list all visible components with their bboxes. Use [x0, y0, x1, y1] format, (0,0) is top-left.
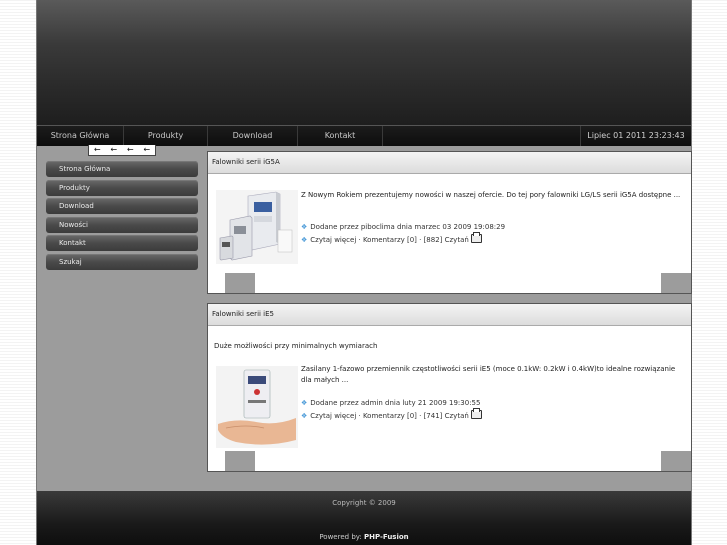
sidebar-item-contact[interactable]: Kontakt [46, 235, 198, 251]
sidebar-item-search[interactable]: Szukaj [46, 253, 198, 270]
news-posted: ❖ Dodane przez admin dnia luty 21 2009 19… [301, 399, 481, 407]
date-time: Lipiec 01 2011 23:23:43 [580, 126, 691, 146]
read-more-link[interactable]: Czytaj więcej · Komentarzy [0] · [741] C… [310, 412, 469, 420]
panel-corner-right [661, 451, 691, 471]
sidebar-item-news[interactable]: Nowości [46, 216, 198, 233]
bullet-icon: ❖ [301, 236, 308, 244]
panel-corner-left [225, 451, 255, 471]
arrow-left-icon[interactable]: ← [110, 145, 117, 155]
sidebar-item-home[interactable]: Strona Główna [46, 161, 198, 177]
printer-icon[interactable] [470, 408, 482, 419]
bullet-icon: ❖ [301, 399, 308, 407]
bullet-icon: ❖ [301, 223, 308, 231]
inverter-in-hand-image [216, 366, 298, 448]
panel-footer [208, 451, 691, 471]
read-more-link[interactable]: Czytaj więcej · Komentarzy [0] · [882] C… [310, 236, 469, 244]
bullet-icon: ❖ [301, 412, 308, 420]
header-banner [37, 0, 691, 125]
news-panel: Falowniki serii iG5A Z Nowym Rokiem prez… [207, 151, 692, 294]
news-summary: Z Nowym Rokiem prezentujemy nowości w na… [301, 191, 681, 199]
nav-item-home[interactable]: Strona Główna [37, 126, 124, 146]
top-navigation: Strona Główna Produkty Download Kontakt … [37, 125, 691, 146]
page-container: Strona Główna Produkty Download Kontakt … [36, 0, 692, 545]
arrow-left-icon[interactable]: ← [143, 145, 150, 155]
news-title[interactable]: Falowniki serii iG5A [208, 152, 691, 174]
page-footer: Copyright © 2009 Powered by: PHP-Fusion [37, 491, 691, 545]
sidebar-item-download[interactable]: Download [46, 198, 198, 214]
news-links: ❖ Czytaj więcej · Komentarzy [0] · [882] … [301, 232, 482, 246]
copyright-text: Copyright © 2009 [332, 499, 396, 507]
arrow-left-icon[interactable]: ← [94, 145, 101, 155]
news-links: ❖ Czytaj więcej · Komentarzy [0] · [741] … [301, 408, 482, 422]
nav-item-products[interactable]: Produkty [124, 126, 208, 146]
news-title[interactable]: Falowniki serii iE5 [208, 304, 691, 326]
sidebar-menu: Strona Główna Produkty Download Nowości … [46, 161, 198, 272]
arrow-left-icon[interactable]: ← [127, 145, 134, 155]
news-lead: Duże możliwości przy minimalnych wymiara… [214, 342, 378, 350]
news-summary: Zasilany 1-fazowo przemiennik częstotliw… [301, 365, 676, 384]
panel-footer [208, 273, 691, 293]
nav-item-contact[interactable]: Kontakt [298, 126, 383, 146]
panel-corner-right [661, 273, 691, 293]
panel-corner-left [225, 273, 255, 293]
nav-item-download[interactable]: Download [208, 126, 298, 146]
news-panel: Falowniki serii iE5 Duże możliwości przy… [207, 303, 692, 472]
inverter-product-image [216, 190, 298, 264]
powered-by-text: Powered by: PHP-Fusion [319, 533, 409, 541]
arrow-buttons: ← ← ← ← [88, 145, 156, 156]
sidebar-item-products[interactable]: Produkty [46, 179, 198, 196]
printer-icon[interactable] [470, 232, 482, 243]
php-fusion-link[interactable]: PHP-Fusion [364, 533, 409, 541]
